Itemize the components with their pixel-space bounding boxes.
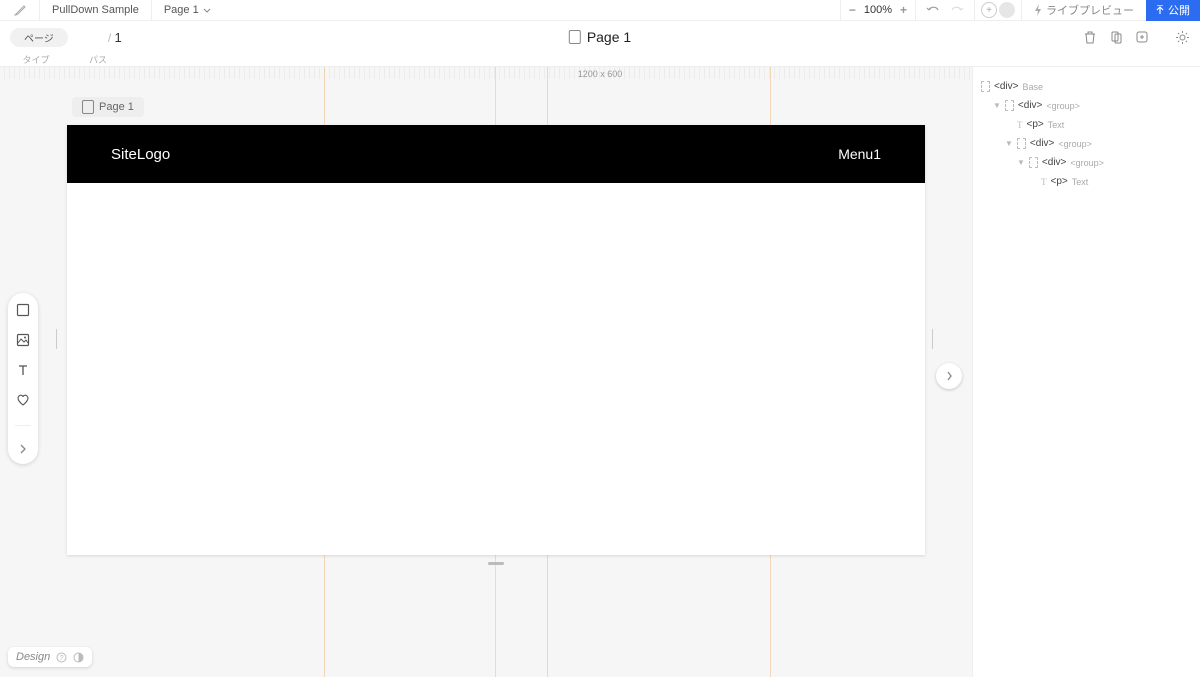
- meta-path-label: パス: [62, 53, 134, 66]
- top-bar: PullDown Sample Page 1 − 100% + + ライブプレビ…: [0, 0, 1200, 21]
- tree-row[interactable]: ▼ <div> <group>: [981, 153, 1192, 172]
- help-icon[interactable]: ?: [56, 652, 67, 663]
- page-chip-label: Page 1: [99, 101, 134, 113]
- ruler-horizontal: [0, 67, 970, 79]
- tree-tag: <div>: [1042, 157, 1066, 168]
- page-icon: [569, 30, 581, 44]
- meta-type-label: タイプ: [10, 53, 62, 66]
- collapse-icon[interactable]: ▼: [1017, 158, 1025, 167]
- svg-text:?: ?: [60, 655, 64, 662]
- tree-label: <group>: [1046, 101, 1080, 111]
- image-tool-icon[interactable]: [16, 333, 30, 347]
- tree-label: <group>: [1058, 139, 1092, 149]
- live-preview-button[interactable]: ライブプレビュー: [1021, 0, 1146, 21]
- brand-label: Design: [16, 651, 50, 663]
- redo-icon[interactable]: [950, 5, 964, 15]
- brand-badge[interactable]: Design ?: [8, 647, 92, 667]
- page-chip[interactable]: Page 1: [72, 97, 144, 117]
- tree-tag: <p>: [1051, 176, 1068, 187]
- page-path: / 1: [108, 30, 122, 45]
- zoom-controls: − 100% +: [840, 0, 915, 21]
- page-selector[interactable]: Page 1: [152, 4, 223, 16]
- margin-guide-right: [932, 329, 933, 349]
- gear-icon[interactable]: [1175, 30, 1190, 45]
- element-icon: [981, 81, 990, 92]
- left-toolbar: [8, 293, 38, 464]
- meta-row: タイプ パス: [0, 53, 1200, 67]
- menu-item-1[interactable]: Menu1: [838, 146, 881, 162]
- element-icon: [1029, 157, 1038, 168]
- chevron-right-icon[interactable]: [19, 444, 27, 454]
- tree-label: Base: [1022, 82, 1043, 92]
- user-controls: +: [974, 0, 1021, 21]
- expand-panel-button[interactable]: [936, 363, 962, 389]
- project-name[interactable]: PullDown Sample: [40, 0, 152, 21]
- text-icon: T: [1041, 177, 1047, 187]
- topbar-left: PullDown Sample Page 1: [0, 0, 223, 21]
- page-title-text: Page 1: [587, 29, 631, 45]
- tree-row[interactable]: T <p> Text: [981, 115, 1192, 134]
- chevron-down-icon: [203, 8, 211, 13]
- canvas-dimensions: 1200 x 600: [578, 69, 623, 79]
- artboard[interactable]: SiteLogo Menu1: [67, 125, 925, 555]
- topbar-right: − 100% + + ライブプレビュー 公開: [840, 0, 1200, 21]
- element-icon: [1017, 138, 1026, 149]
- theme-icon[interactable]: [73, 652, 84, 663]
- dom-tree-panel: <div> Base ▼ <div> <group> T <p> Text ▼ …: [972, 67, 1200, 677]
- tree-label: Text: [1048, 120, 1065, 130]
- chevron-right-icon: [946, 371, 953, 381]
- add-user-button[interactable]: +: [981, 2, 997, 18]
- zoom-level: 100%: [864, 4, 892, 16]
- pages-pill[interactable]: ページ: [10, 28, 68, 47]
- tree-row[interactable]: <div> Base: [981, 77, 1192, 96]
- tree-tag: <div>: [994, 81, 1018, 92]
- tree-row[interactable]: ▼ <div> <group>: [981, 96, 1192, 115]
- text-icon: T: [1017, 120, 1023, 130]
- publish-button[interactable]: 公開: [1146, 0, 1200, 21]
- edit-icon[interactable]: [0, 0, 40, 21]
- tree-tag: <div>: [1030, 138, 1054, 149]
- rectangle-tool-icon[interactable]: [16, 303, 30, 317]
- second-bar: ページ / 1 Page 1: [0, 21, 1200, 53]
- tree-row[interactable]: T <p> Text: [981, 172, 1192, 191]
- history-controls: [915, 0, 974, 21]
- tree-label: Text: [1072, 177, 1089, 187]
- publish-icon: [1156, 5, 1164, 15]
- collapse-icon[interactable]: ▼: [993, 101, 1001, 110]
- heart-tool-icon[interactable]: [16, 393, 30, 407]
- element-icon: [1005, 100, 1014, 111]
- page-icon: [82, 100, 94, 114]
- zoom-out-button[interactable]: −: [849, 3, 856, 17]
- tree-label: <group>: [1070, 158, 1104, 168]
- tree-tag: <p>: [1027, 119, 1044, 130]
- tree-row[interactable]: ▼ <div> <group>: [981, 134, 1192, 153]
- live-preview-label: ライブプレビュー: [1046, 2, 1134, 18]
- site-header: SiteLogo Menu1: [67, 125, 925, 183]
- undo-icon[interactable]: [926, 5, 940, 15]
- page-selector-label: Page 1: [164, 4, 199, 16]
- margin-guide-left: [56, 329, 57, 349]
- page-path-number: 1: [114, 30, 121, 45]
- collapse-icon[interactable]: ▼: [1005, 139, 1013, 148]
- resize-handle[interactable]: [488, 562, 504, 565]
- publish-label: 公開: [1168, 2, 1190, 18]
- zoom-in-button[interactable]: +: [900, 3, 907, 17]
- add-page-icon[interactable]: [1135, 30, 1149, 44]
- bolt-icon: [1034, 4, 1042, 16]
- tree-tag: <div>: [1018, 100, 1042, 111]
- avatar[interactable]: [999, 2, 1015, 18]
- page-title: Page 1: [569, 29, 631, 45]
- text-tool-icon[interactable]: [16, 363, 30, 377]
- copy-icon[interactable]: [1109, 30, 1123, 44]
- trash-icon[interactable]: [1083, 30, 1097, 44]
- site-logo[interactable]: SiteLogo: [111, 146, 170, 163]
